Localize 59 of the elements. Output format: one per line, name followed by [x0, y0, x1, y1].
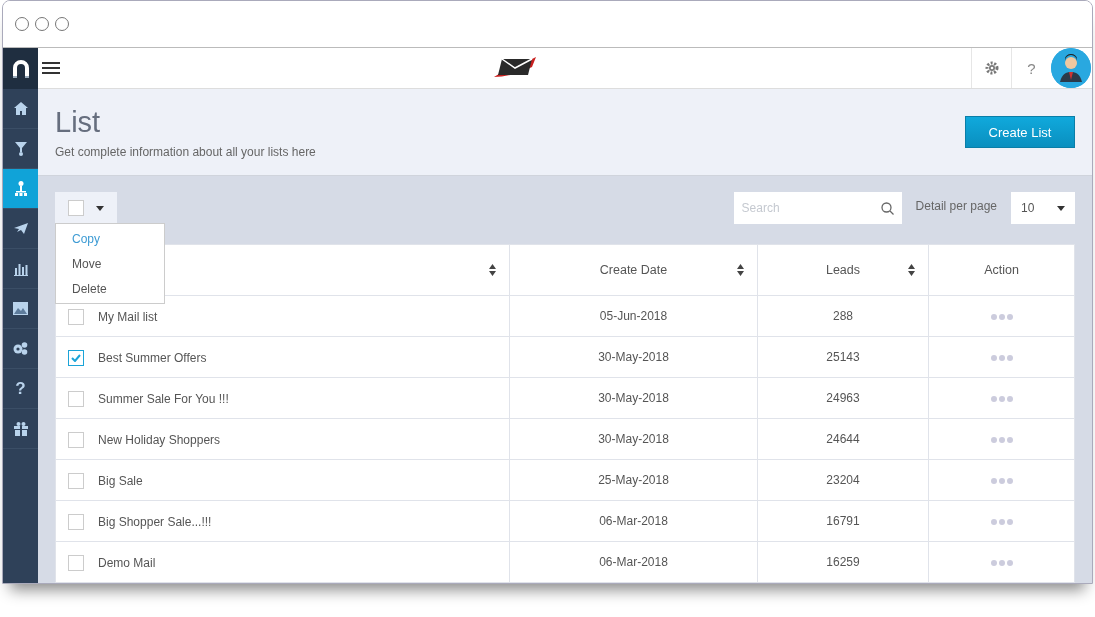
search-icon[interactable] [880, 202, 894, 215]
table-cell: 05-Jun-2018 [509, 295, 758, 337]
search-field[interactable]: Search [733, 192, 902, 224]
checkbox[interactable] [68, 309, 84, 325]
sort-icon[interactable] [908, 264, 915, 276]
column-header[interactable]: Create Date [509, 244, 758, 296]
column-header: Action [928, 244, 1075, 296]
image-icon [13, 302, 28, 315]
table-cell: 23204 [757, 459, 929, 501]
checkbox[interactable] [68, 473, 84, 489]
table-cell: 06-Mar-2018 [509, 500, 758, 542]
table-cell: 30-May-2018 [509, 336, 758, 378]
avatar[interactable] [1051, 48, 1091, 88]
caret-icon [96, 205, 104, 211]
table-cell: 30-May-2018 [509, 418, 758, 460]
menu-icon[interactable] [42, 62, 60, 74]
bar-chart-icon [13, 261, 28, 276]
table-cell: 24644 [757, 418, 929, 460]
table-cell: 24963 [757, 377, 929, 419]
checkbox[interactable] [68, 432, 84, 448]
list-name: Big Sale [98, 474, 143, 488]
list-name: Summer Sale For You !!! [98, 392, 229, 406]
gift-icon [13, 421, 28, 436]
list-name: My Mail list [98, 310, 158, 324]
checkbox[interactable] [68, 514, 84, 530]
magnet-icon[interactable] [12, 59, 29, 78]
checkbox[interactable] [68, 200, 84, 216]
paper-plane-icon [13, 223, 28, 234]
list-name: Best Summer Offers [98, 351, 207, 365]
sort-icon[interactable] [489, 264, 496, 276]
funnel-icon [14, 141, 27, 156]
gears-icon [13, 342, 28, 355]
list-name: Demo Mail [98, 556, 156, 570]
table-cell: 25143 [757, 336, 929, 378]
per-page-label: Detail per page [915, 198, 997, 213]
checkmark-icon [71, 354, 81, 362]
page-title: List [55, 105, 102, 139]
list-name: New Holiday Shoppers [98, 433, 221, 447]
table-cell: 288 [757, 295, 929, 337]
column-header[interactable]: Leads [757, 244, 929, 296]
sidebar-item[interactable] [3, 169, 38, 209]
per-page-dropdown[interactable]: 10 [1011, 192, 1075, 224]
sitemap-icon [14, 181, 27, 196]
menu-item[interactable]: Delete [56, 276, 164, 301]
page-subtitle: Get complete information about all your lists here [55, 144, 317, 159]
table-cell: 06-Mar-2018 [509, 541, 758, 583]
sort-icon[interactable] [737, 264, 744, 276]
checkbox[interactable] [68, 555, 84, 571]
list-name: Big Shopper Sale...!!! [98, 515, 212, 529]
table-cell: 25-May-2018 [509, 459, 758, 501]
table-cell: 16791 [757, 500, 929, 542]
table-cell: 30-May-2018 [509, 377, 758, 419]
home-icon [13, 102, 28, 115]
checkbox[interactable] [68, 350, 84, 366]
help-button[interactable]: ? [1011, 48, 1051, 88]
caret-icon [1057, 205, 1065, 211]
menu-item[interactable]: Move [56, 251, 164, 276]
checkbox[interactable] [68, 391, 84, 407]
table-cell: 16259 [757, 541, 929, 583]
